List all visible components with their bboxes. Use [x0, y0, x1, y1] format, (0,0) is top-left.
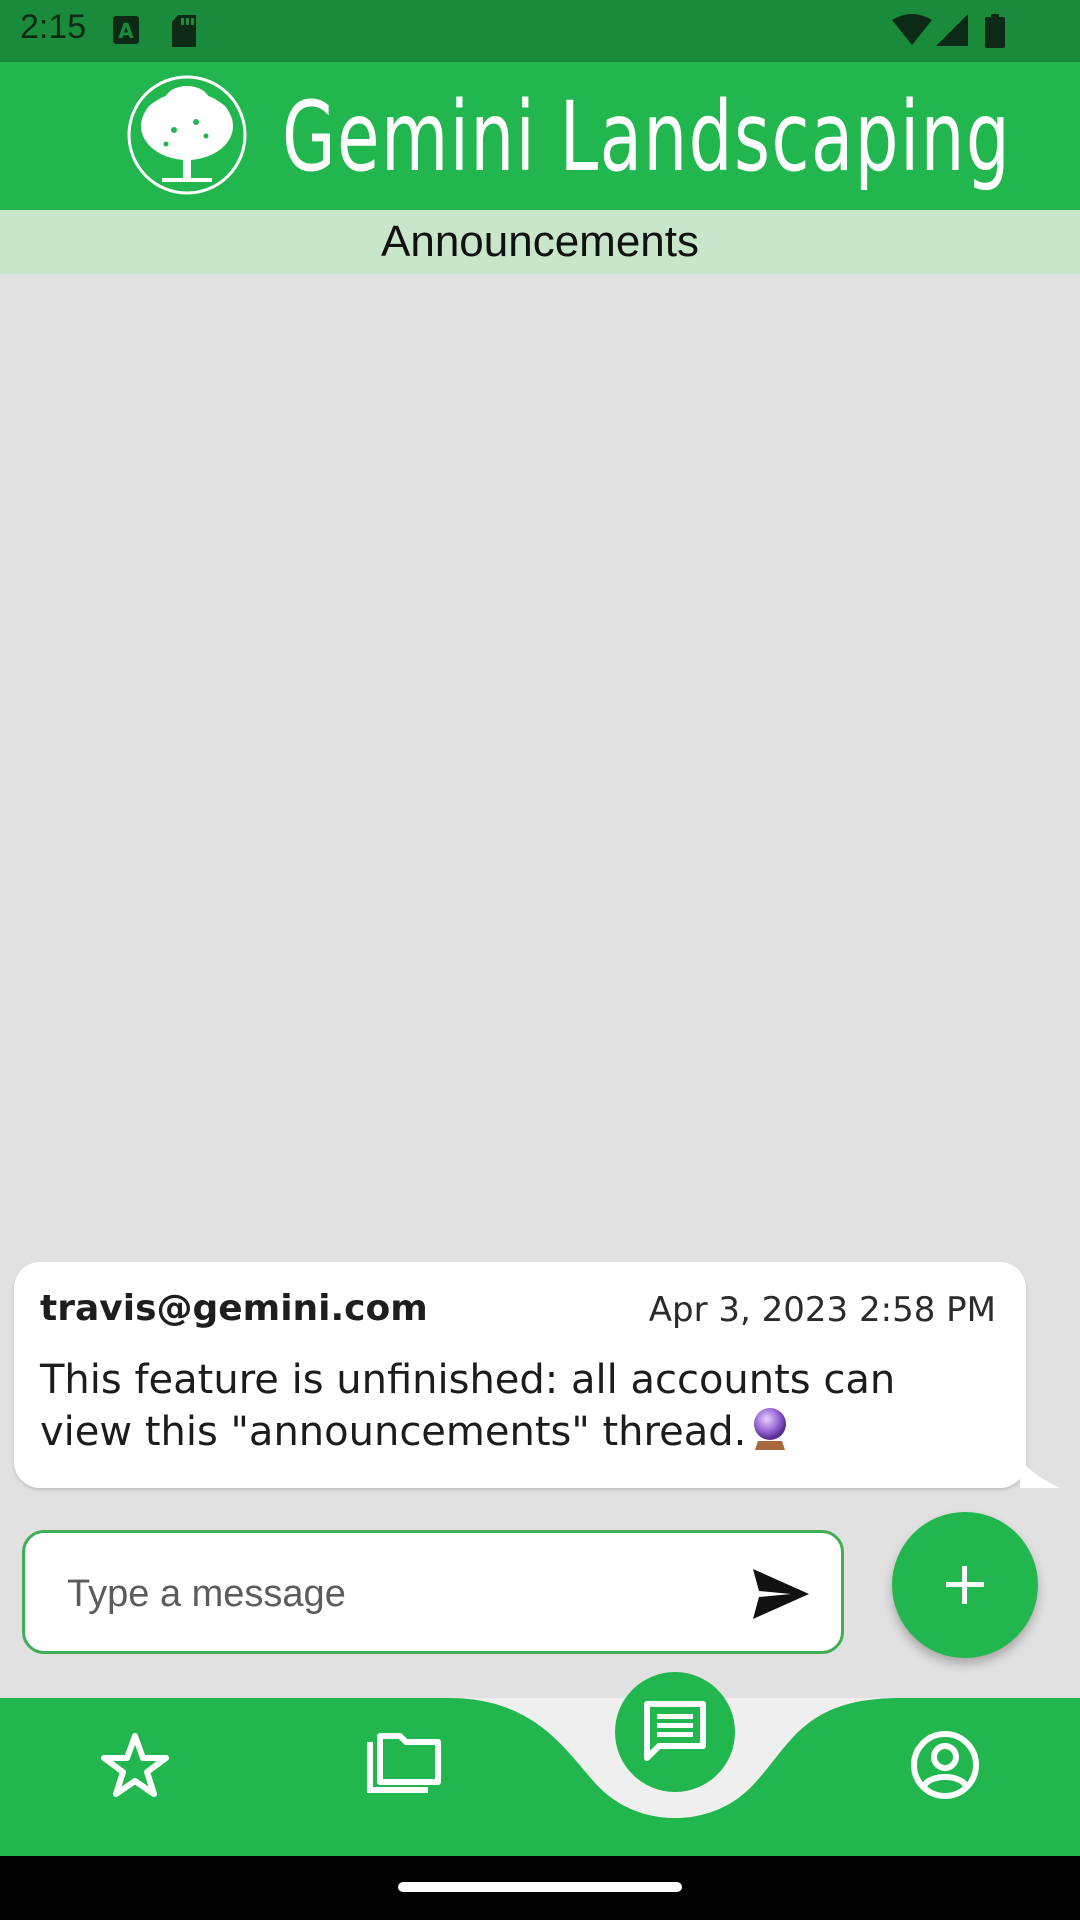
message-composer — [22, 1530, 844, 1654]
message-input[interactable] — [65, 1561, 729, 1627]
nav-chat-button[interactable] — [615, 1672, 735, 1792]
wifi-icon — [892, 14, 932, 45]
crystal-ball-icon — [754, 1408, 787, 1450]
plus-icon — [946, 1566, 984, 1604]
add-button[interactable] — [892, 1512, 1038, 1658]
nav-folder-icon[interactable] — [366, 1732, 442, 1796]
nav-account-circle-icon[interactable] — [910, 1730, 980, 1800]
svg-text:A: A — [118, 19, 134, 43]
status-bar: 2:15 A — [0, 0, 1080, 62]
chat-icon — [644, 1701, 706, 1761]
home-indicator[interactable] — [398, 1882, 682, 1892]
message-text: This feature is unfinished: all accounts… — [40, 1354, 1000, 1458]
status-time: 2:15 — [20, 8, 87, 46]
message-author: travis@gemini.com — [40, 1288, 428, 1329]
send-icon[interactable] — [751, 1567, 811, 1621]
a-notification-icon: A — [113, 16, 139, 44]
battery-icon — [985, 14, 1005, 48]
cell-signal-icon — [936, 14, 968, 46]
app-header: Gemini Landscaping — [0, 62, 1080, 210]
thread-header: Announcements — [0, 210, 1080, 274]
app-title: Gemini Landscaping — [282, 81, 1012, 193]
message-bubble[interactable]: travis@gemini.com Apr 3, 2023 2:58 PM Th… — [14, 1262, 1026, 1488]
bubble-tail — [1020, 1458, 1060, 1488]
message-timestamp: Apr 3, 2023 2:58 PM — [648, 1290, 996, 1330]
thread-title: Announcements — [381, 217, 699, 266]
sd-card-icon — [172, 15, 196, 47]
nav-star-icon[interactable] — [100, 1732, 170, 1798]
tree-logo-icon — [127, 75, 247, 195]
